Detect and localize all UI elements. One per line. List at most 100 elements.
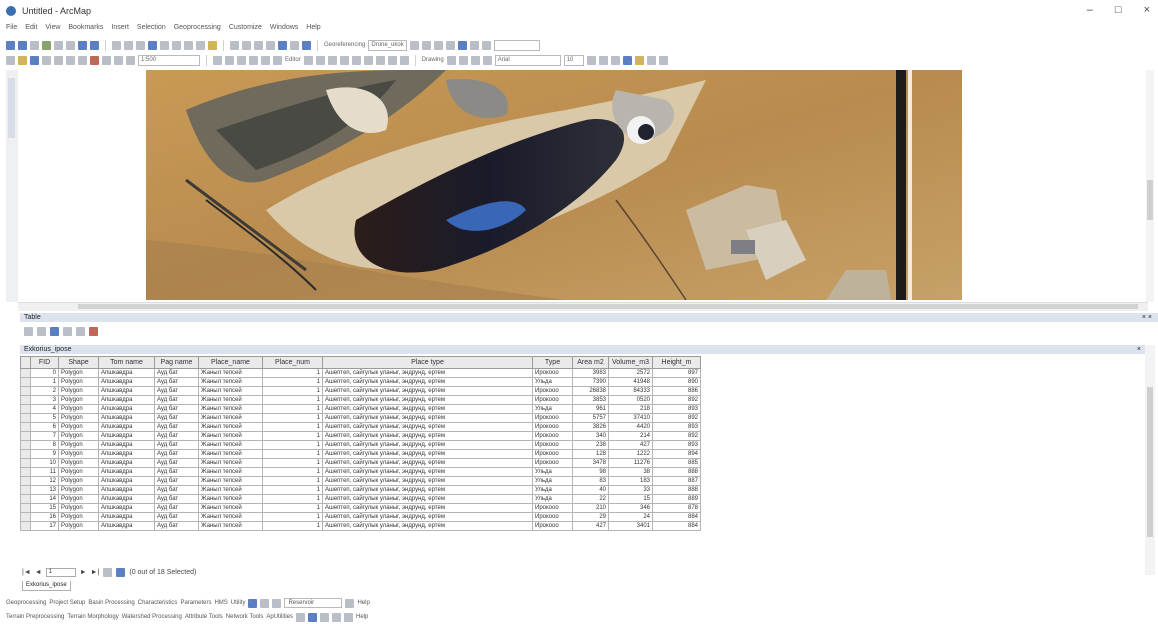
table-cell[interactable]: 210 — [572, 503, 609, 513]
table-cell[interactable]: Ирокооо — [532, 440, 573, 450]
measure-icon[interactable] — [172, 40, 181, 50]
table-cell[interactable]: Ашептеп, сайгулык уланыг, эндрунд, ертем — [322, 377, 533, 387]
table-cell[interactable]: 7 — [30, 431, 59, 441]
flow-trace-icon[interactable] — [308, 612, 318, 622]
column-header[interactable]: Place_num — [262, 356, 323, 369]
select-by-attributes-icon[interactable] — [50, 326, 59, 336]
table-cell[interactable]: Ашептеп, сайгулык уланыг, эндрунд, ертем — [322, 413, 533, 423]
table-row[interactable]: 17 Polygon Апшкавдра Ауд бат Жаныл тепсей 1 Аш… — [20, 521, 701, 531]
table-cell[interactable]: Жаныл тепсей — [198, 431, 263, 441]
find-icon[interactable] — [160, 40, 169, 50]
table-cell[interactable]: 893 — [652, 404, 701, 414]
cut-polygon-icon[interactable] — [261, 55, 270, 65]
column-header[interactable]: Tom name — [98, 356, 155, 369]
menu-edit[interactable]: Edit — [25, 24, 37, 36]
table-cell[interactable]: Ирокооо — [532, 413, 573, 423]
table-cell[interactable]: 3983 — [572, 368, 609, 378]
table-cell[interactable]: 4 — [30, 404, 59, 414]
table-vertical-scrollbar[interactable] — [1145, 345, 1155, 575]
table-cell[interactable]: Ауд бат — [154, 494, 199, 504]
rectangle-icon[interactable] — [470, 55, 480, 65]
row-selector[interactable] — [20, 458, 31, 468]
table-cell[interactable]: Ашептеп, сайгулык уланыг, эндрунд, ертем — [322, 440, 533, 450]
table-cell[interactable]: 5 — [30, 413, 59, 423]
rotate-element-icon[interactable] — [458, 55, 468, 65]
table-cell[interactable]: Ауд бат — [154, 377, 199, 387]
table-cell[interactable]: Апшкавдра — [98, 386, 155, 396]
table-cell[interactable]: Ауд бат — [154, 476, 199, 486]
table-cell[interactable]: 1 — [262, 485, 323, 495]
back-icon[interactable] — [78, 40, 87, 50]
table-cell[interactable]: 893 — [652, 422, 701, 432]
table-cell[interactable]: Апшкавдра — [98, 431, 155, 441]
end-point-arc-icon[interactable] — [327, 55, 337, 65]
table-cell[interactable]: Ирокооо — [532, 395, 573, 405]
table-cell[interactable]: 1 — [262, 422, 323, 432]
delete-selected-icon[interactable] — [89, 326, 98, 336]
table-row[interactable]: 2 Polygon Апшкавдра Ауд бат Жаныл тепсей 1 Аше… — [20, 386, 701, 396]
row-selector[interactable] — [20, 413, 31, 423]
table-cell[interactable]: Жаныл тепсей — [198, 476, 263, 486]
table-cell[interactable]: 33 — [608, 485, 653, 495]
table-cell[interactable]: Апшкавдра — [98, 368, 155, 378]
table-cell[interactable]: 888 — [652, 467, 701, 477]
table-cell[interactable]: Апшкавдра — [98, 458, 155, 468]
fixed-zoom-out-icon[interactable] — [66, 40, 75, 50]
zoom-in-icon[interactable] — [6, 40, 15, 50]
toolbar-menu-parameters[interactable]: Parameters — [180, 600, 211, 606]
minimize-button[interactable]: – — [1087, 4, 1093, 16]
last-record-button[interactable]: ►| — [91, 569, 100, 576]
table-cell[interactable]: Ауд бат — [154, 395, 199, 405]
table-cell[interactable]: 38 — [608, 467, 653, 477]
grid-icon[interactable] — [469, 40, 479, 50]
table-of-contents-tab[interactable] — [8, 78, 15, 138]
table-cell[interactable]: Ауд бат — [154, 467, 199, 477]
row-selector[interactable] — [20, 494, 31, 504]
table-cell[interactable]: Polygon — [58, 503, 99, 513]
cut-icon[interactable] — [54, 55, 63, 65]
paste-icon[interactable] — [78, 55, 87, 65]
toolbar-menu-utility[interactable]: Utility — [231, 600, 246, 606]
table-cell[interactable]: 238 — [572, 440, 609, 450]
toolbar-menu-aputilities[interactable]: ApUtilities — [266, 614, 293, 620]
table-cell[interactable]: 1 — [262, 413, 323, 423]
fill-color-icon[interactable] — [634, 55, 644, 65]
row-selector[interactable] — [20, 449, 31, 459]
next-record-button[interactable]: ► — [80, 569, 87, 576]
table-cell[interactable]: 887 — [652, 476, 701, 486]
underline-icon[interactable] — [610, 55, 620, 65]
table-cell[interactable]: Апшкавдра — [98, 404, 155, 414]
table-row[interactable]: 15 Polygon Апшкавдра Ауд бат Жаныл тепсей 1 Аш… — [20, 503, 701, 513]
table-cell[interactable]: Апшкавдра — [98, 377, 155, 387]
table-cell[interactable]: 892 — [652, 431, 701, 441]
table-cell[interactable]: Ирокооо — [532, 431, 573, 441]
table-cell[interactable]: 40 — [572, 485, 609, 495]
map-scale-input[interactable]: 1:500 — [138, 54, 200, 66]
table-cell[interactable]: 98 — [572, 467, 609, 477]
table-cell[interactable]: 13 — [30, 485, 59, 495]
basin-tool-icon[interactable] — [272, 598, 282, 608]
table-cell[interactable]: Ашептеп, сайгулык уланыг, эндрунд, ертем — [322, 512, 533, 522]
table-cell[interactable]: 4420 — [608, 422, 653, 432]
column-header[interactable]: Place_name — [198, 356, 263, 369]
menu-help[interactable]: Help — [306, 24, 320, 36]
toolbar-menu-watershed-processing[interactable]: Watershed Processing — [122, 614, 182, 620]
table-cell[interactable]: 427 — [572, 521, 609, 531]
table-cell[interactable]: 1222 — [608, 449, 653, 459]
trace-icon[interactable] — [339, 55, 349, 65]
row-selector[interactable] — [20, 431, 31, 441]
zoom-out-icon[interactable] — [18, 40, 27, 50]
table-cell[interactable]: 1 — [262, 476, 323, 486]
row-selector-header[interactable] — [20, 356, 31, 369]
rotate-icon[interactable] — [409, 40, 419, 50]
table-cell[interactable]: Polygon — [58, 422, 99, 432]
catalog-icon[interactable] — [254, 40, 263, 50]
table-cell[interactable]: Апшкавдра — [98, 422, 155, 432]
table-cell[interactable]: 128 — [572, 449, 609, 459]
table-cell[interactable]: Жаныл тепсей — [198, 395, 263, 405]
point-delineation-icon[interactable] — [296, 612, 306, 622]
menu-windows[interactable]: Windows — [270, 24, 298, 36]
edit-tool-icon[interactable] — [303, 55, 313, 65]
table-cell[interactable]: Апшкавдра — [98, 449, 155, 459]
table-row[interactable]: 10 Polygon Апшкавдра Ауд бат Жаныл тепсей 1 Аш… — [20, 458, 701, 468]
